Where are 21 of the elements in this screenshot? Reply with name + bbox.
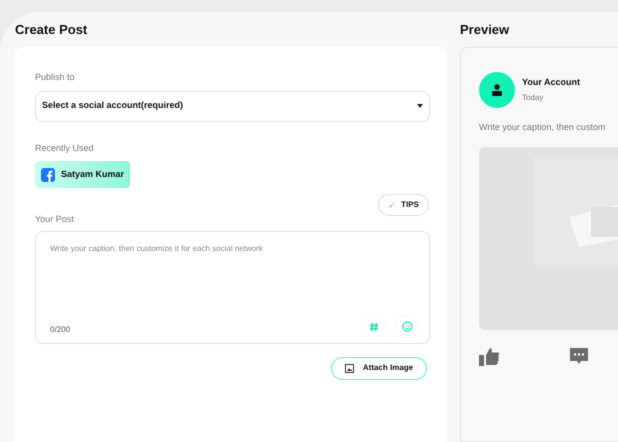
post-time: Today xyxy=(522,92,544,104)
tips-button[interactable]: TIPS xyxy=(378,194,429,216)
account-name: Your Account xyxy=(522,76,580,89)
field-label: Recently Used xyxy=(35,142,95,155)
section-title: Preview xyxy=(460,20,510,39)
preview-caption: Write your caption, then custom xyxy=(479,121,606,134)
field-label: Publish to xyxy=(35,71,76,84)
person-icon xyxy=(492,84,502,96)
emoji-icon[interactable] xyxy=(396,316,418,338)
hashtag-icon[interactable] xyxy=(363,316,385,338)
comment-icon xyxy=(570,348,588,365)
facebook-icon xyxy=(41,168,55,182)
thumbs-up-icon xyxy=(479,348,500,366)
field-label: Your Post xyxy=(35,213,75,226)
section-title: Create Post xyxy=(15,20,88,39)
image-icon xyxy=(344,364,354,372)
attach-image-button[interactable]: Attach Image xyxy=(331,356,427,380)
account-chip[interactable]: Satyam Kumar xyxy=(35,161,130,188)
caret-icon xyxy=(417,104,423,108)
character-counter: 0/200 xyxy=(50,324,70,336)
account-select[interactable]: Select a social account(required) xyxy=(35,90,430,122)
